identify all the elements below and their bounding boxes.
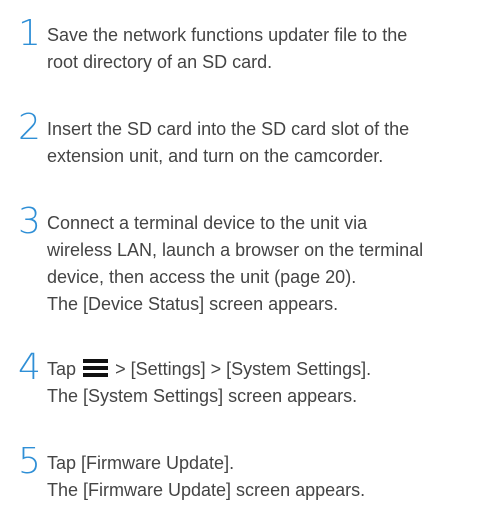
step-text-line: The [System Settings] screen appears. [47,386,358,406]
step-text: Save the network functions updater file … [47,22,496,76]
step-number: 1 [18,13,41,54]
step-text: Tap [Firmware Update]. The [Firmware Upd… [47,450,496,504]
step-text: Connect a terminal device to the unit vi… [47,210,496,318]
step-text-line: Insert the SD card into the SD card slot… [47,119,410,139]
step-text-line: extension unit, and turn on the camcorde… [47,146,384,166]
step-text-line: wireless LAN, launch a browser on the te… [47,240,424,260]
step-text: Tap > [Settings] > [System Settings]. Th… [47,356,496,410]
step-text: Insert the SD card into the SD card slot… [47,116,496,170]
step-text-line: The [Device Status] screen appears. [47,294,339,314]
menu-icon [83,359,109,377]
step-text-line: Connect a terminal device to the unit vi… [47,213,368,233]
step-text-line: The [Firmware Update] screen appears. [47,480,366,500]
step-text-line: device, then access the unit (page 20). [47,267,357,287]
step-number: 4 [18,347,41,388]
step-text-line: Tap [Firmware Update]. [47,453,235,473]
step-text-line: Tap > [Settings] > [System Settings]. [47,356,496,383]
step-number: 3 [18,201,41,242]
step-text-line: Save the network functions updater file … [47,25,408,45]
step-number: 2 [18,107,41,148]
step-number: 5 [18,441,41,482]
step-text-line: root directory of an SD card. [47,52,273,72]
menu-path: > [Settings] > [System Settings]. [115,359,372,379]
tap-label: Tap [47,359,77,379]
